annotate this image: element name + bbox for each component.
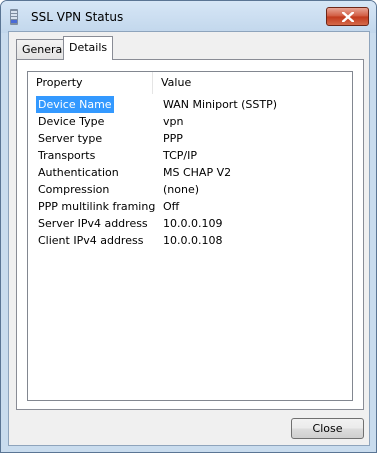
property-cell: PPP multilink framing xyxy=(38,200,156,213)
details-list[interactable]: Property Value Device Name WAN Miniport … xyxy=(27,71,353,401)
tab-details[interactable]: Details xyxy=(63,36,113,60)
value-cell: MS CHAP V2 xyxy=(163,166,232,179)
dialog-window: SSL VPN Status General Details Property … xyxy=(0,0,377,453)
close-button[interactable]: Close xyxy=(291,418,364,439)
list-row[interactable]: PPP multilink framing Off xyxy=(28,198,352,215)
property-cell: Device Name xyxy=(36,96,114,113)
property-cell: Client IPv4 address xyxy=(38,234,144,247)
value-cell: vpn xyxy=(163,115,184,128)
property-cell: Compression xyxy=(38,183,110,196)
list-row[interactable]: Transports TCP/IP xyxy=(28,147,352,164)
property-cell: Server IPv4 address xyxy=(38,217,148,230)
value-cell: (none) xyxy=(163,183,200,196)
list-row[interactable]: Server type PPP xyxy=(28,130,352,147)
tab-general[interactable]: General xyxy=(16,39,65,59)
value-cell: PPP xyxy=(163,132,183,145)
column-header-property[interactable]: Property xyxy=(28,72,153,94)
window-close-button[interactable] xyxy=(326,7,369,26)
value-cell: WAN Miniport (SSTP) xyxy=(163,98,278,111)
title-bar[interactable]: SSL VPN Status xyxy=(1,1,376,33)
list-row[interactable]: Client IPv4 address 10.0.0.108 xyxy=(28,232,352,249)
property-cell: Device Type xyxy=(38,115,105,128)
list-row[interactable]: Server IPv4 address 10.0.0.109 xyxy=(28,215,352,232)
details-tab-panel: Property Value Device Name WAN Miniport … xyxy=(16,59,364,410)
value-cell: 10.0.0.109 xyxy=(163,217,223,230)
list-row[interactable]: Device Type vpn xyxy=(28,113,352,130)
column-header-value[interactable]: Value xyxy=(153,72,352,94)
list-row[interactable]: Compression (none) xyxy=(28,181,352,198)
value-cell: TCP/IP xyxy=(163,149,197,162)
value-cell: Off xyxy=(163,200,180,213)
property-cell: Server type xyxy=(38,132,103,145)
list-row[interactable]: Device Name WAN Miniport (SSTP) xyxy=(28,96,352,113)
dialog-body: General Details Property Value Device Na… xyxy=(8,31,370,446)
list-row[interactable]: Authentication MS CHAP V2 xyxy=(28,164,352,181)
list-header: Property Value xyxy=(28,72,352,94)
property-cell: Transports xyxy=(38,149,96,162)
window-title: SSL VPN Status xyxy=(31,10,124,24)
value-cell: 10.0.0.108 xyxy=(163,234,223,247)
network-icon xyxy=(9,9,19,25)
property-cell: Authentication xyxy=(38,166,119,179)
